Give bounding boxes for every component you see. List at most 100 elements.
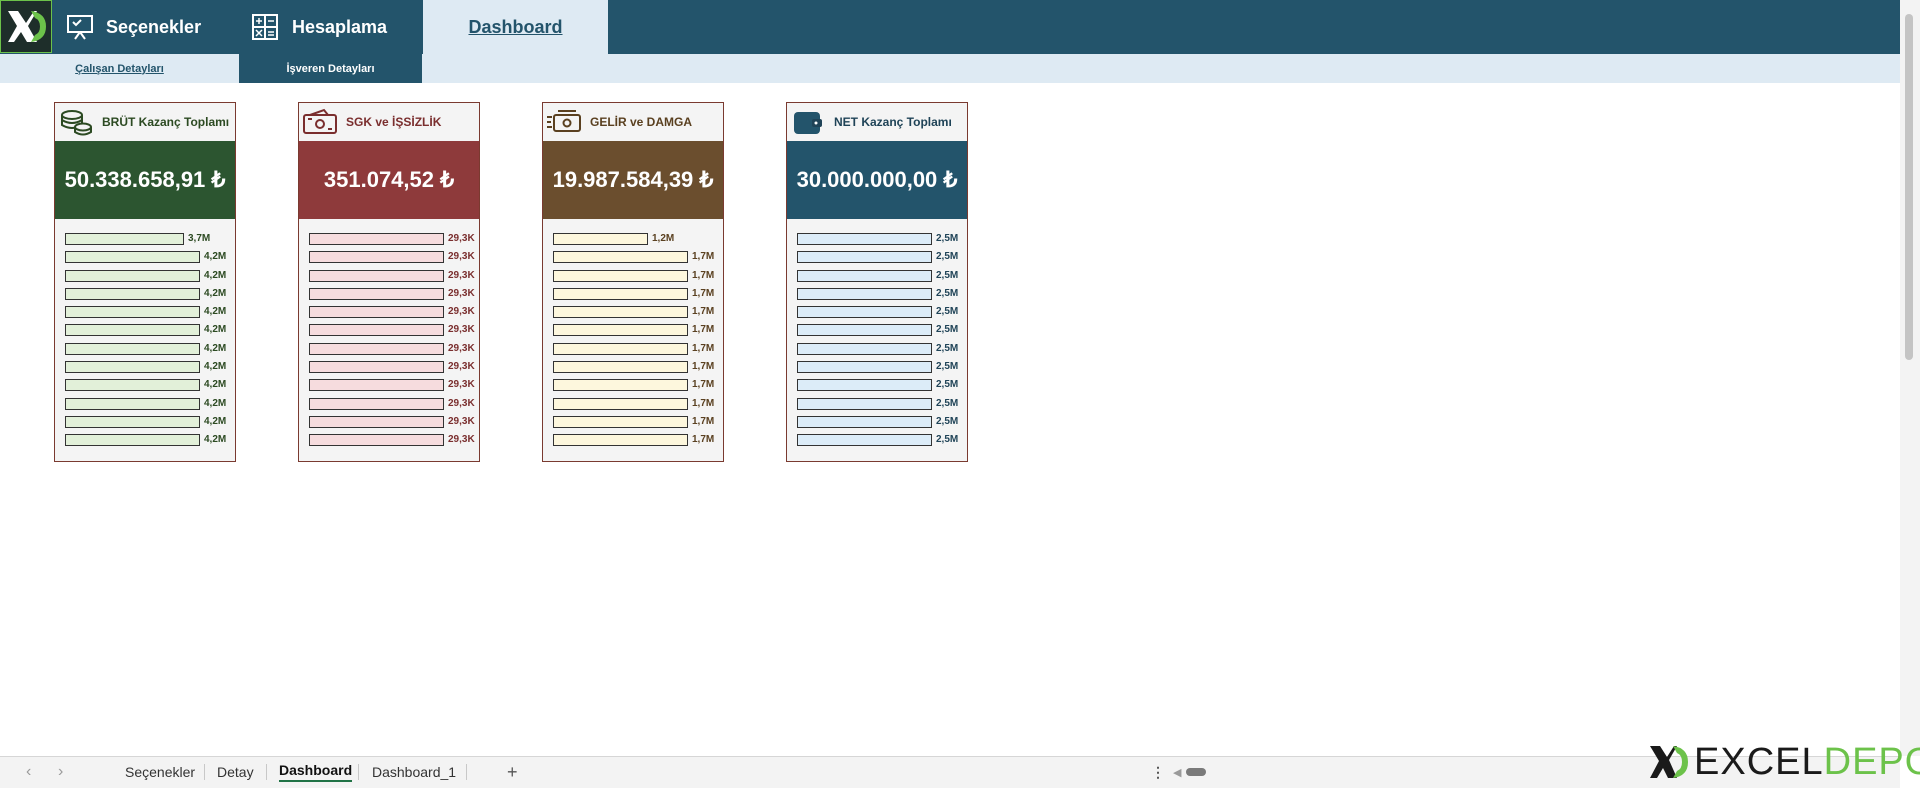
card-bars: 3,7M 4,2M 4,2M 4,2M 4,2M 4,2M 4,2M 4,2M 4,2M 4,2M… — [55, 219, 235, 451]
sheet-tab-dashboard-1[interactable]: Dashboard_1 — [372, 756, 456, 788]
card-income-stamp-tax: GELİR ve DAMGA 19.987.584,39 ₺ 1,2M 1,7M 1… — [542, 102, 724, 462]
data-bar — [309, 287, 444, 300]
data-bar — [553, 306, 688, 319]
bar-label: 2,5M — [936, 324, 959, 336]
coins-icon — [58, 107, 94, 137]
bar-label: 29,3K — [448, 397, 475, 409]
sheet-tab-detay[interactable]: Detay — [217, 756, 254, 788]
data-bar — [553, 415, 688, 428]
bar-label: 1,7M — [692, 342, 715, 354]
chevron-left-icon[interactable]: ‹ — [26, 756, 31, 788]
bar-row: 1,7M — [543, 396, 723, 414]
nav-options-label: Seçenekler — [106, 16, 202, 37]
data-bar — [797, 306, 932, 319]
bar-label: 29,3K — [448, 434, 475, 446]
sheet-tab-dashboard[interactable]: Dashboard — [279, 756, 353, 788]
bar-label: 4,2M — [204, 251, 227, 263]
bar-row: 29,3K — [299, 322, 479, 340]
data-bar — [797, 361, 932, 374]
bar-label: 1,2M — [652, 233, 675, 244]
bar-row: 4,2M — [55, 432, 235, 450]
bar-row: 4,2M — [55, 396, 235, 414]
bar-label: 29,3K — [448, 269, 475, 281]
card-gross-earnings: BRÜT Kazanç Toplamı 50.338.658,91 ₺ 3,7M… — [54, 102, 236, 462]
data-bar — [553, 342, 688, 355]
card-net-earnings: NET Kazanç Toplamı 30.000.000,00 ₺ 2,5M 2… — [786, 102, 968, 462]
watermark-excel-text: EXCEL — [1694, 740, 1824, 783]
data-bar — [65, 287, 200, 300]
bar-label: 1,7M — [692, 324, 715, 336]
bar-label: 2,5M — [936, 361, 959, 373]
nav-dashboard[interactable]: Dashboard — [423, 0, 608, 54]
data-bar — [65, 342, 200, 355]
bar-label: 3,7M — [188, 233, 211, 244]
bar-row: 4,2M — [55, 377, 235, 395]
bar-label: 29,3K — [448, 233, 475, 244]
bar-row: 2,5M — [787, 322, 967, 340]
scroll-left-icon[interactable]: ◀ — [1173, 756, 1181, 788]
sheet-tab-secenekler[interactable]: Seçenekler — [125, 756, 195, 788]
tab-separator — [266, 764, 267, 780]
bar-row: 2,5M — [787, 359, 967, 377]
bar-row: 2,5M — [787, 268, 967, 286]
banknote-icon — [302, 107, 338, 137]
data-bar — [553, 361, 688, 374]
excel-depo-watermark: EXCELDEPO — [1648, 738, 1920, 786]
nav-dashboard-label: Dashboard — [468, 16, 563, 37]
bar-row: 1,7M — [543, 377, 723, 395]
tab-separator — [466, 764, 467, 780]
bar-label: 4,2M — [204, 306, 227, 318]
bar-label: 1,7M — [692, 415, 715, 427]
bar-row: 1,7M — [543, 249, 723, 267]
data-bar — [65, 269, 200, 282]
horizontal-scrollbar-thumb[interactable] — [1186, 768, 1206, 776]
data-bar — [797, 379, 932, 392]
xd-logo-icon[interactable] — [0, 0, 52, 53]
bar-row: 2,5M — [787, 414, 967, 432]
nav-calculation-label: Hesaplama — [292, 16, 388, 37]
data-bar — [797, 397, 932, 410]
subnav-employee-details[interactable]: Çalışan Detayları — [0, 54, 239, 83]
bar-label: 4,2M — [204, 379, 227, 391]
bar-row: 1,7M — [543, 359, 723, 377]
data-bar — [65, 379, 200, 392]
data-bar — [309, 415, 444, 428]
card-bars: 1,2M 1,7M 1,7M 1,7M 1,7M 1,7M 1,7M 1,7M 1,7M 1,7M… — [543, 219, 723, 451]
bar-label: 1,7M — [692, 251, 715, 263]
bar-row: 4,2M — [55, 414, 235, 432]
cash-hand-icon — [546, 107, 582, 137]
bar-label: 1,7M — [692, 306, 715, 318]
bar-row: 29,3K — [299, 268, 479, 286]
data-bar — [553, 324, 688, 337]
bar-label: 1,7M — [692, 397, 715, 409]
bar-label: 4,2M — [204, 397, 227, 409]
bar-label: 29,3K — [448, 306, 475, 318]
bar-row: 29,3K — [299, 396, 479, 414]
bar-row: 1,7M — [543, 322, 723, 340]
bar-label: 2,5M — [936, 415, 959, 427]
xd-watermark-logo-icon — [1648, 742, 1690, 782]
bar-label: 29,3K — [448, 324, 475, 336]
vertical-scrollbar-thumb[interactable] — [1905, 14, 1913, 360]
nav-options[interactable]: Seçenekler — [66, 0, 201, 54]
subnav-employer-details[interactable]: İşveren Detayları — [239, 54, 422, 83]
chevron-right-icon[interactable]: › — [58, 756, 63, 788]
card-header: SGK ve İŞSİZLİK — [299, 103, 479, 141]
more-options-icon[interactable]: ⋮ — [1151, 756, 1165, 788]
card-total-value: 351.074,52 ₺ — [299, 141, 479, 219]
data-bar — [309, 251, 444, 264]
data-bar — [797, 251, 932, 264]
add-sheet-button[interactable]: + — [507, 756, 518, 788]
bar-row: 4,2M — [55, 359, 235, 377]
data-bar — [797, 342, 932, 355]
bar-row: 2,5M — [787, 377, 967, 395]
bar-label: 2,5M — [936, 434, 959, 446]
card-header: NET Kazanç Toplamı — [787, 103, 967, 141]
nav-calculation[interactable]: Hesaplama — [252, 0, 387, 54]
bar-row: 1,7M — [543, 286, 723, 304]
bar-row: 1,7M — [543, 341, 723, 359]
bar-label: 2,5M — [936, 306, 959, 318]
card-title: NET Kazanç Toplamı — [834, 115, 952, 129]
data-bar — [553, 233, 648, 245]
data-bar — [309, 397, 444, 410]
